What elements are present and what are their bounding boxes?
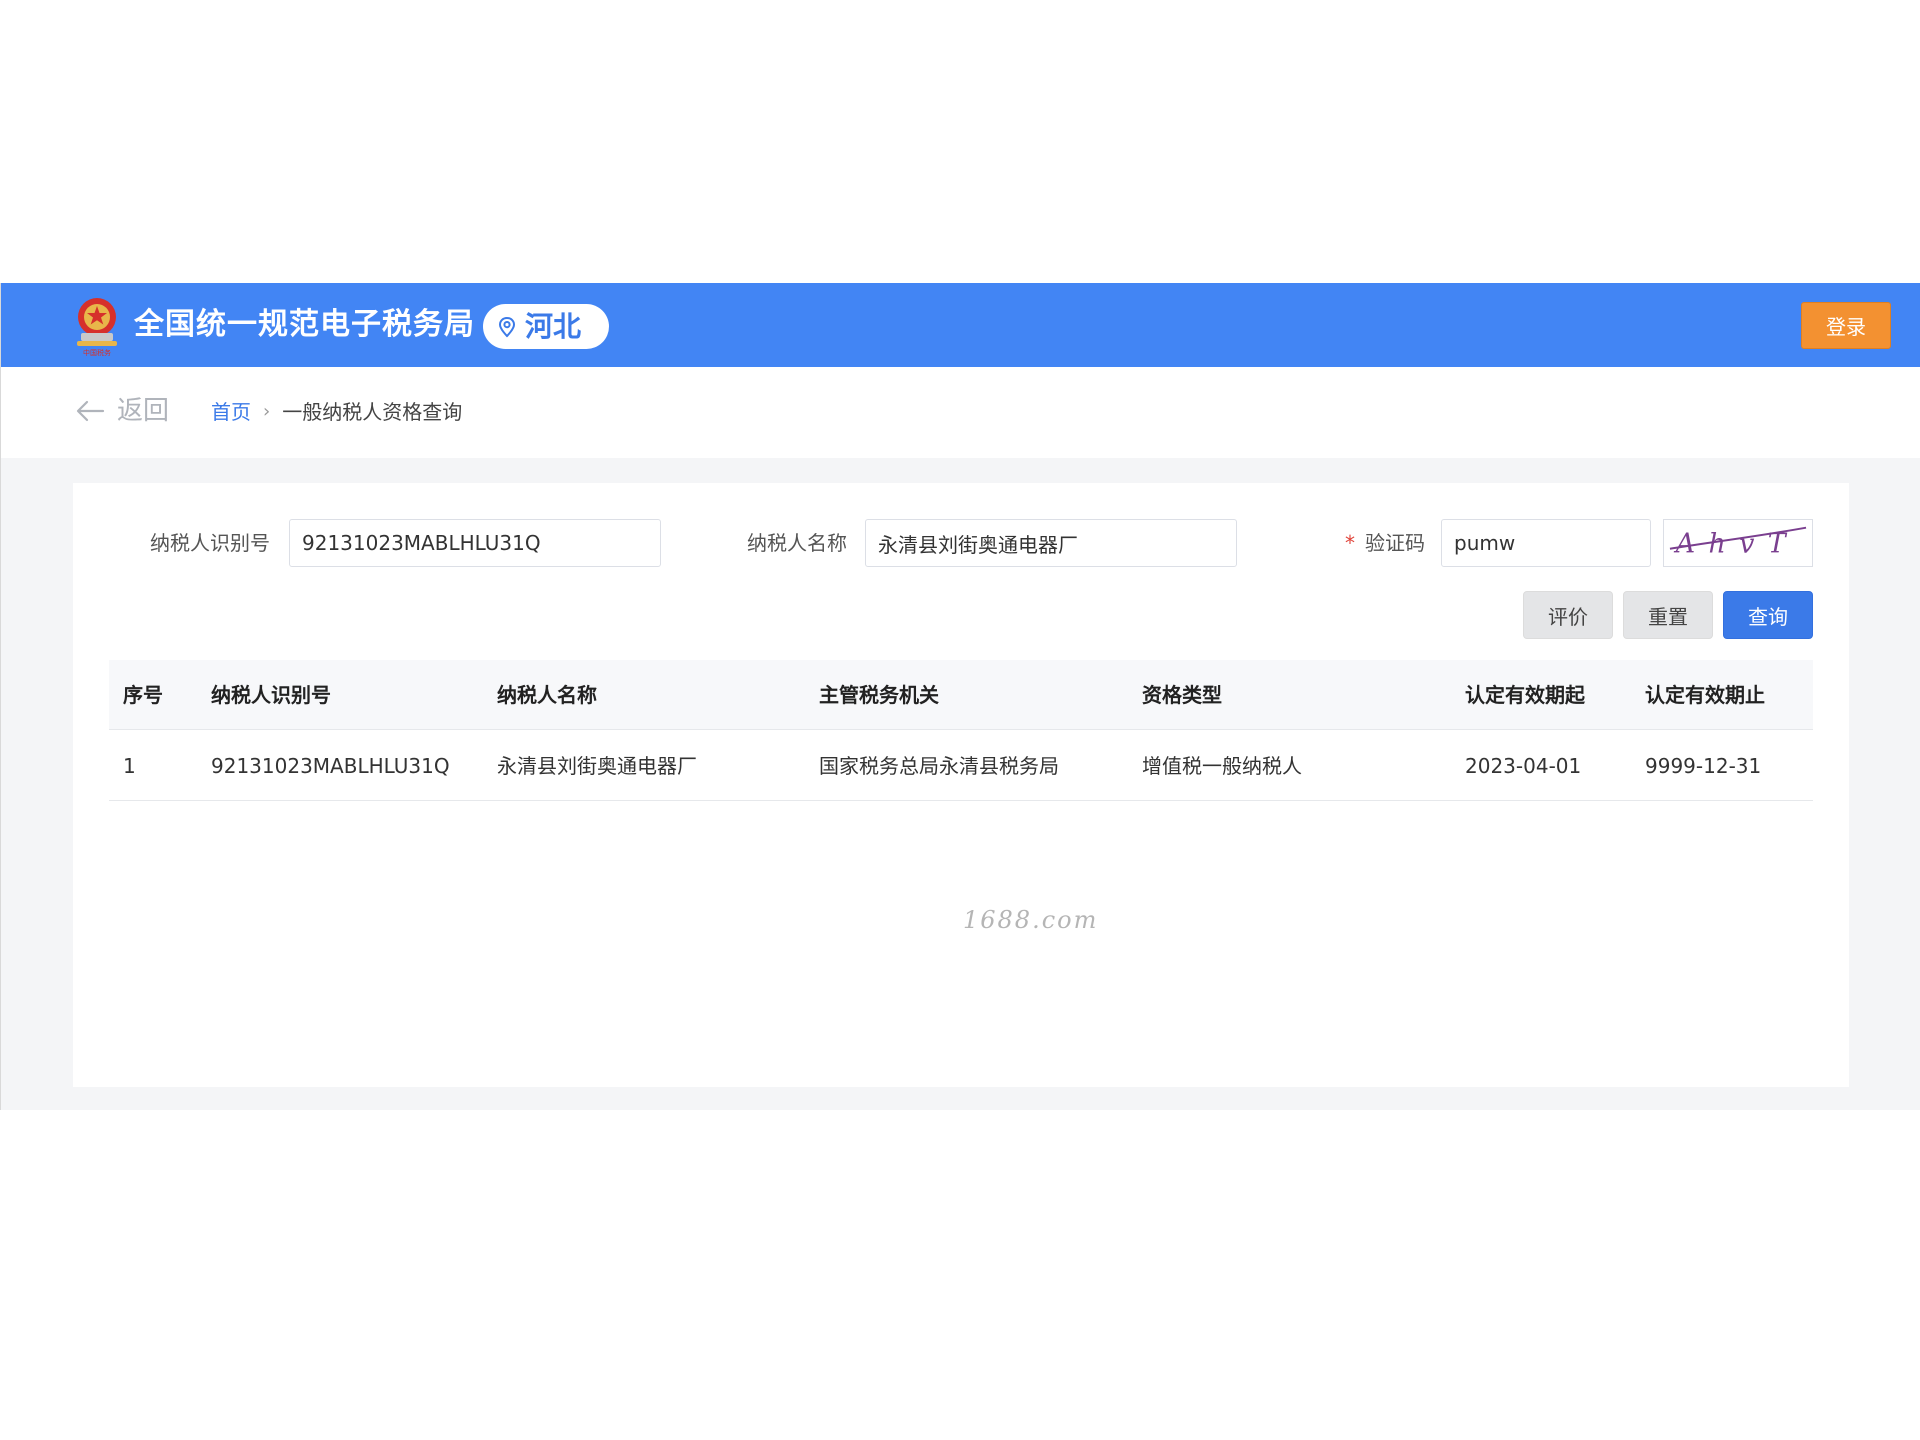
back-label: 返回 xyxy=(117,396,170,426)
emblem-caption: 中国税务 xyxy=(83,348,111,357)
cell-taxpayer-name: 永清县刘街奥通电器厂 xyxy=(497,754,697,778)
taxpayer-id-label: 纳税人识别号 xyxy=(150,531,270,555)
captcha-label: 验证码 xyxy=(1365,531,1425,555)
breadcrumb-separator-icon: › xyxy=(263,401,271,422)
cell-valid-from: 2023-04-01 xyxy=(1465,754,1582,778)
taxpayer-name-label: 纳税人名称 xyxy=(747,531,847,555)
captcha-input[interactable] xyxy=(1441,519,1651,567)
breadcrumb: 首页 › 一般纳税人资格查询 xyxy=(211,398,462,426)
table-header-row: 序号 纳税人识别号 纳税人名称 主管税务机关 资格类型 认定有效期起 认定有效期… xyxy=(109,660,1813,730)
query-button[interactable]: 查询 xyxy=(1723,591,1813,639)
cell-tax-authority: 国家税务总局永清县税务局 xyxy=(819,754,1059,778)
results-table: 序号 纳税人识别号 纳税人名称 主管税务机关 资格类型 认定有效期起 认定有效期… xyxy=(109,660,1813,801)
breadcrumb-current: 一般纳税人资格查询 xyxy=(282,400,463,424)
header-taxpayer-name: 纳税人名称 xyxy=(497,683,597,707)
header-taxpayer-id: 纳税人识别号 xyxy=(211,683,331,707)
header-qualification-type: 资格类型 xyxy=(1142,683,1222,707)
header-index: 序号 xyxy=(123,683,163,707)
header-tax-authority: 主管税务机关 xyxy=(819,683,939,707)
cell-taxpayer-id: 92131023MABLHLU31Q xyxy=(211,754,450,778)
table-row: 1 92131023MABLHLU31Q 永清县刘街奥通电器厂 国家税务总局永清… xyxy=(109,730,1813,801)
captcha-image[interactable]: AhvT xyxy=(1663,519,1813,567)
top-header-bar: 中国税务 全国统一规范电子税务局 河北 登录 xyxy=(1,283,1920,367)
reset-button[interactable]: 重置 xyxy=(1623,591,1713,639)
watermark: 1688.com xyxy=(963,906,1099,934)
location-pin-icon xyxy=(498,316,516,337)
taxpayer-id-input[interactable] xyxy=(289,519,661,567)
header-valid-to: 认定有效期止 xyxy=(1645,683,1765,707)
header-valid-from: 认定有效期起 xyxy=(1465,683,1585,707)
region-label: 河北 xyxy=(525,309,582,343)
breadcrumb-home-link[interactable]: 首页 xyxy=(211,398,251,426)
taxpayer-name-input[interactable] xyxy=(865,519,1237,567)
query-panel: 纳税人识别号 纳税人名称 * 验证码 AhvT 评价 重置 查询 序号 纳税人识别… xyxy=(73,483,1849,1087)
tax-emblem-logo: 中国税务 xyxy=(77,298,117,357)
browser-screen: 中国税务 全国统一规范电子税务局 河北 登录 返回 首页 › 一般纳税人资格查询… xyxy=(0,283,1920,1110)
login-button[interactable]: 登录 xyxy=(1801,302,1891,349)
evaluate-button[interactable]: 评价 xyxy=(1523,591,1613,639)
cell-index: 1 xyxy=(123,754,136,778)
captcha-label-group: * 验证码 xyxy=(1345,529,1425,557)
back-arrow-icon xyxy=(76,400,105,422)
back-button[interactable]: 返回 xyxy=(75,395,169,427)
required-mark: * xyxy=(1345,531,1355,555)
captcha-text: AhvT xyxy=(1673,529,1799,560)
cell-qualification-type: 增值税一般纳税人 xyxy=(1142,754,1302,778)
cell-valid-to: 9999-12-31 xyxy=(1645,754,1762,778)
site-title: 全国统一规范电子税务局 xyxy=(134,307,475,342)
breadcrumb-bar: 返回 首页 › 一般纳税人资格查询 xyxy=(1,367,1920,458)
region-selector[interactable]: 河北 xyxy=(483,304,609,349)
